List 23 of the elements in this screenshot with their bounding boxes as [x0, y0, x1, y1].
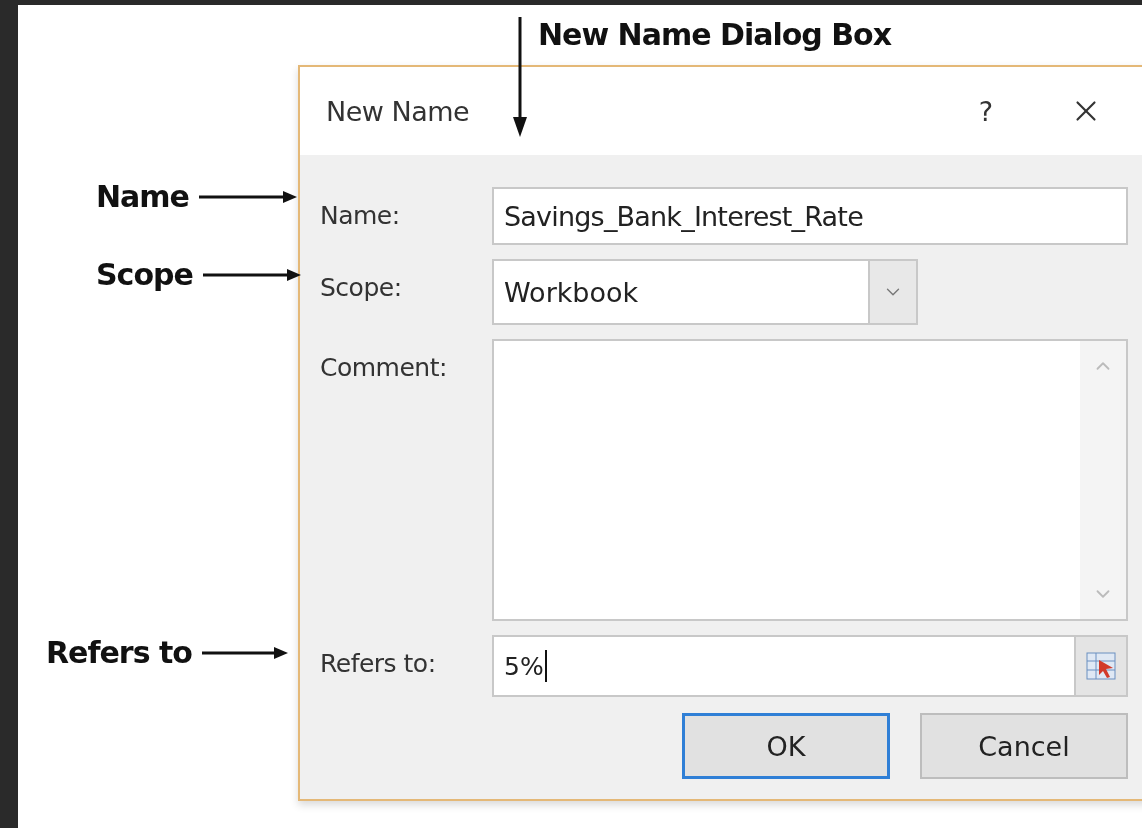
annotation-label: Name [96, 179, 189, 214]
range-select-button[interactable] [1074, 637, 1126, 695]
cancel-button[interactable]: Cancel [920, 713, 1128, 779]
help-button[interactable]: ? [956, 95, 1016, 127]
scope-dropdown[interactable]: Workbook [492, 259, 918, 325]
range-select-icon [1086, 652, 1116, 680]
refers-to-field[interactable]: 5% [492, 635, 1128, 697]
annotation-label: Scope [96, 257, 193, 292]
scrollbar[interactable] [1080, 341, 1126, 619]
field-label: Name: [320, 200, 401, 230]
annotation-label: Refers to [46, 635, 192, 670]
annotation-label: New Name Dialog Box [538, 17, 892, 52]
field-label: Comment: [320, 352, 448, 382]
field-label: Refers to: [320, 648, 437, 678]
text-cursor [544, 650, 547, 682]
dialog-title: New Name [326, 95, 471, 127]
dropdown-value: Workbook [503, 276, 640, 308]
comment-field[interactable] [492, 339, 1128, 621]
name-input[interactable]: Savings_Bank_Interest_Rate [492, 187, 1128, 245]
ok-button[interactable]: OK [682, 713, 890, 779]
field-value: 5% [504, 651, 544, 681]
field-label: Scope: [320, 272, 403, 302]
dropdown-button[interactable] [868, 261, 916, 323]
